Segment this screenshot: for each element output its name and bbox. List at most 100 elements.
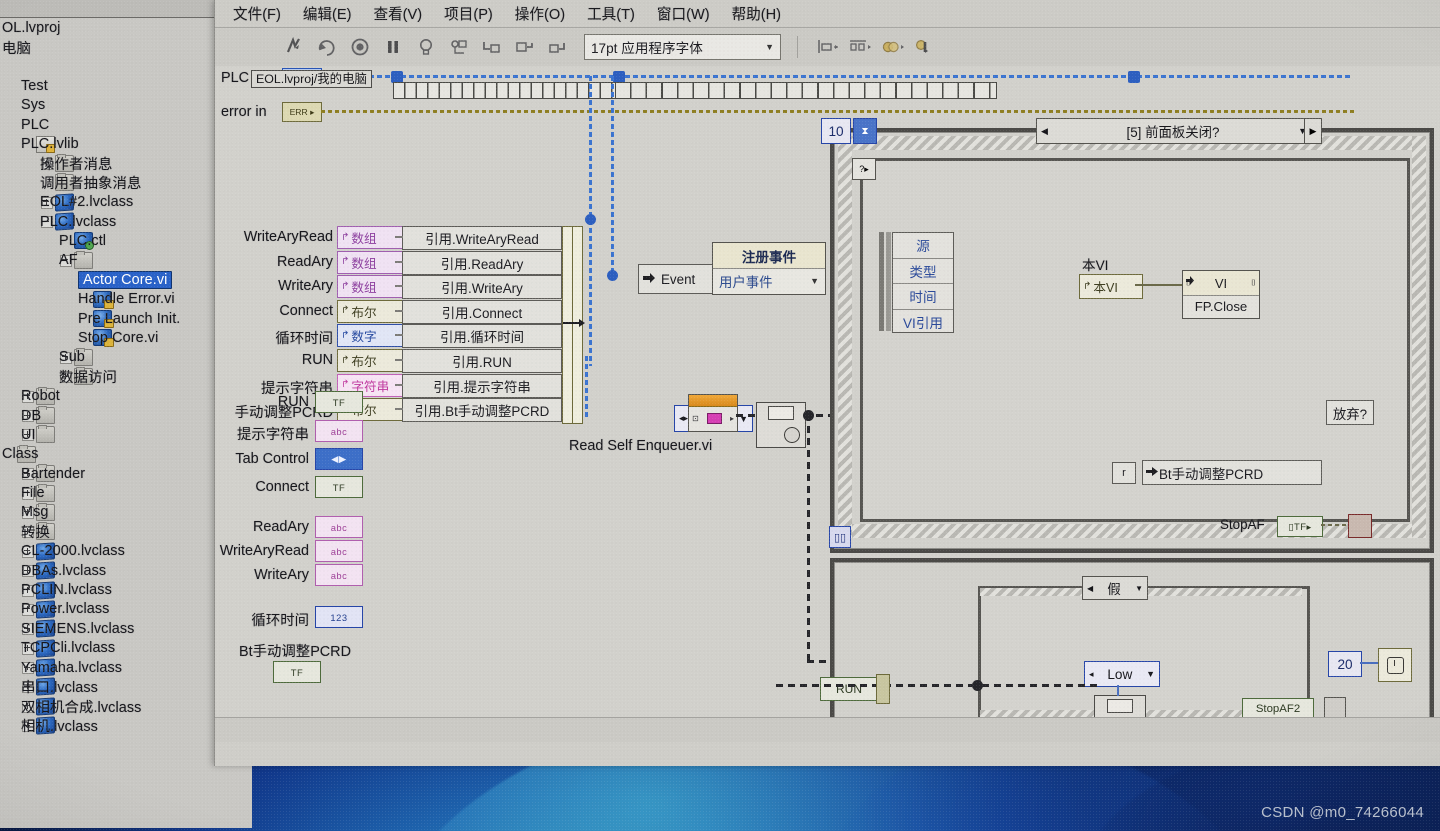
menu-item-6[interactable]: 窗口(W) (657, 3, 710, 24)
chevron-down-icon[interactable]: ▼ (1135, 584, 1143, 593)
tree-item-label: DB (21, 408, 41, 424)
event-data-node-rail (879, 232, 884, 331)
enum-left-arrow-icon: ◂ (1089, 669, 1094, 680)
control-terminal-7[interactable]: 123 (315, 606, 363, 628)
stop-af2-node-icon[interactable] (1324, 697, 1346, 719)
refnum-terminal-1[interactable]: ↱数组 (337, 251, 403, 274)
highlight-execution-icon[interactable] (415, 36, 437, 58)
property-node-7[interactable]: 引用.Bt手动调整PCRD (402, 398, 562, 422)
property-node-6[interactable]: 引用.提示字符串 (402, 374, 562, 398)
refnum-terminal-0[interactable]: ↱数组 (337, 226, 403, 249)
this-vi-constant[interactable]: ↱ 本VI (1079, 274, 1143, 299)
event-timeout-terminal[interactable]: 10 (821, 118, 851, 144)
refnum-arrow-icon: ↱ (341, 356, 349, 366)
tree-item-label: AF (59, 252, 78, 268)
step-into-icon[interactable] (481, 36, 503, 58)
read-self-enqueuer-subvi[interactable]: ⊡ ▸ (688, 394, 738, 432)
flow-wire (736, 414, 758, 417)
event-data-viref: VI引用 (893, 310, 953, 335)
menu-item-7[interactable]: 帮助(H) (732, 3, 781, 24)
bt-manual-pcrd-node[interactable]: Bt手动调整PCRD (1142, 460, 1322, 485)
loop-flow-wire-2 (982, 684, 1102, 687)
stop-af-node-icon[interactable] (1348, 514, 1372, 538)
case-next-icon[interactable]: ▶ (1304, 118, 1322, 144)
timer-constant[interactable]: 20 (1328, 651, 1362, 677)
block-diagram-canvas[interactable]: PLC in OBJ ▸ error in ERR ▸ ▸OBJ Actor o… (215, 66, 1440, 742)
register-events-node[interactable]: 注册事件 用户事件 ▼ (712, 242, 826, 295)
reorder-icon[interactable] (880, 36, 902, 58)
tree-spacer (2, 60, 15, 73)
step-over-icon[interactable] (514, 36, 536, 58)
bundle-prefix-node[interactable]: r (1112, 462, 1136, 484)
property-node-2[interactable]: 引用.WriteAry (402, 275, 562, 299)
plc-in-array-wire-2 (615, 82, 997, 99)
control-terminal-8[interactable]: TF (273, 661, 321, 683)
property-node-4[interactable]: 引用.循环时间 (402, 324, 562, 348)
menu-item-0[interactable]: 文件(F) (233, 3, 281, 24)
refnum-type-label: 数组 (351, 277, 376, 296)
control-terminal-5[interactable]: abc (315, 540, 363, 562)
refnum-terminal-5[interactable]: ↱布尔 (337, 349, 403, 372)
control-terminal-2[interactable]: ◀▶ (315, 448, 363, 470)
control-terminal-0[interactable]: TF (315, 391, 363, 413)
run-terminal[interactable]: RUN (820, 677, 878, 701)
control-terminal-1[interactable]: abc (315, 420, 363, 442)
control-terminal-4[interactable]: abc (315, 516, 363, 538)
tree-item-label: Handle Error.vi (78, 291, 175, 307)
menu-bar[interactable]: 文件(F) 编辑(E) 查看(V) 项目(P) 操作(O) 工具(T) 窗口(W) 帮助(H) (215, 0, 1440, 28)
retain-wire-values-icon[interactable] (448, 36, 470, 58)
property-node-3[interactable]: 引用.Connect (402, 300, 562, 324)
abort-icon[interactable] (349, 36, 371, 58)
tree-item-label: TCPCli.lvclass (21, 640, 115, 656)
wait-timer-node[interactable] (756, 402, 806, 448)
property-node-0[interactable]: 引用.WriteAryRead (402, 226, 562, 250)
align-objects-icon[interactable] (814, 36, 836, 58)
chevron-down-icon: ▼ (1146, 669, 1155, 679)
event-case-selector[interactable]: ◀ [5] 前面板关闭? ▼ (1036, 118, 1312, 144)
event-structure[interactable]: 10 ⧗ ◀ [5] 前面板关闭? ▼ ▶ ?▸ 源 类型 时间 VI引用 (830, 128, 1434, 553)
refnum-row-label-1: ReadAry (215, 254, 333, 270)
menu-item-3[interactable]: 项目(P) (444, 3, 493, 24)
case-prev-icon[interactable]: ◀ (1087, 584, 1093, 593)
font-selector[interactable]: 17pt 应用程序字体 ▼ (584, 34, 781, 60)
run-continuous-icon[interactable] (316, 36, 338, 58)
control-terminal-3[interactable]: TF (315, 476, 363, 498)
step-out-icon[interactable] (547, 36, 569, 58)
refnum-arrow-icon: ↱ (341, 282, 349, 292)
fp-close-property-node[interactable]: ⌷ VI ⌷ FP.Close (1182, 270, 1260, 319)
diagram-toolbar[interactable]: 17pt 应用程序字体 ▼ (215, 28, 1440, 67)
event-data-node[interactable]: 源 类型 时间 VI引用 (892, 232, 954, 333)
menu-item-1[interactable]: 编辑(E) (303, 3, 352, 24)
control-terminal-6[interactable]: abc (315, 564, 363, 586)
case-prev-icon[interactable]: ◀ (1041, 126, 1048, 137)
control-terminal-label-3: Connect (215, 479, 309, 495)
run-broken-icon[interactable] (283, 36, 305, 58)
refnum-connector-wire-0 (395, 236, 403, 238)
refnum-arrow-icon: ↱ (341, 257, 349, 267)
menu-item-2[interactable]: 查看(V) (373, 3, 422, 24)
dynamic-event-terminal[interactable]: ?▸ (852, 158, 876, 180)
property-node-1[interactable]: 引用.ReadAry (402, 251, 562, 275)
refnum-terminal-2[interactable]: ↱数组 (337, 275, 403, 298)
pause-icon[interactable] (382, 36, 404, 58)
tree-item-label: 串口.lvclass (21, 676, 98, 697)
tree-item-label: PLC.lvlib (21, 136, 79, 152)
clean-up-diagram-icon[interactable] (913, 36, 935, 58)
toolbar-separator (797, 36, 798, 58)
error-in-terminal[interactable]: ERR ▸ (282, 102, 322, 122)
distribute-objects-icon[interactable] (847, 36, 869, 58)
bundle-prefix-label: r (1122, 467, 1126, 479)
menu-item-4[interactable]: 操作(O) (515, 3, 565, 24)
menu-item-5[interactable]: 工具(T) (587, 3, 635, 24)
tree-item-label: PLC.lvclass (40, 214, 116, 230)
refnum-terminal-4[interactable]: ↱数字 (337, 324, 403, 347)
discard-terminal[interactable]: 放弃? (1326, 400, 1374, 425)
property-node-item: FP.Close (1183, 296, 1259, 317)
refnum-terminal-3[interactable]: ↱布尔 (337, 300, 403, 323)
refnum-wire-vertical-3 (585, 356, 588, 418)
event-structure-resize-handle[interactable]: ▯▯ (829, 526, 851, 548)
stop-af-terminal[interactable]: ▯TF▸ (1277, 516, 1323, 537)
property-node-5[interactable]: 引用.RUN (402, 349, 562, 373)
inner-case-selector[interactable]: ◀ 假 ▼ (1082, 576, 1148, 600)
wait-ms-node[interactable] (1378, 648, 1412, 682)
